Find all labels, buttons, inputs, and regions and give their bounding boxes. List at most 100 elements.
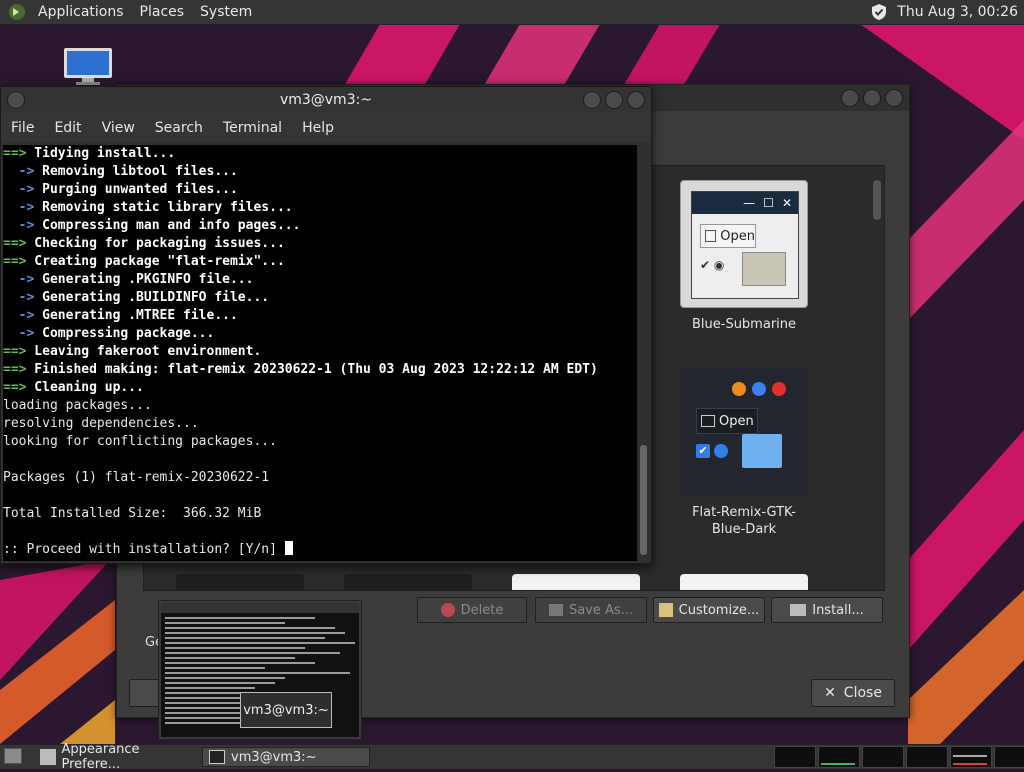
install-button[interactable]: Install... <box>771 597 883 623</box>
minimize-button[interactable] <box>583 91 601 109</box>
close-icon <box>772 382 786 396</box>
clock[interactable]: Thu Aug 3, 00:26 <box>889 4 1024 20</box>
computer-icon[interactable] <box>62 46 114 86</box>
theme-blue-submarine[interactable]: — ☐ ✕ Open ✔ ◉ Blue-Submarine <box>680 180 808 333</box>
terminal-line: -> Compressing man and info pages... <box>3 217 637 235</box>
terminal-line-text: looking for conflicting packages... <box>3 434 277 449</box>
terminal-line-prefix: -> <box>3 164 35 179</box>
theme-list-scrollbar[interactable] <box>870 166 884 590</box>
minimize-button[interactable] <box>841 89 859 107</box>
customize-button[interactable]: Customize... <box>653 597 765 623</box>
terminal-line: -> Generating .PKGINFO file... <box>3 271 637 289</box>
menu-search[interactable]: Search <box>145 120 213 136</box>
terminal-line: -> Removing static library files... <box>3 199 637 217</box>
terminal-line-text: resolving dependencies... <box>3 416 199 431</box>
workspace-3[interactable] <box>862 746 904 768</box>
terminal-line-text: Generating .MTREE file... <box>34 308 238 323</box>
terminal-line-text: Creating package "flat-remix"... <box>26 254 285 269</box>
terminal-line-text: Generating .BUILDINFO file... <box>34 290 270 305</box>
terminal-line: loading packages... <box>3 397 637 415</box>
menu-terminal[interactable]: Terminal <box>213 120 292 136</box>
terminal-line-prefix: -> <box>3 308 35 323</box>
delete-button[interactable]: Delete <box>417 597 527 623</box>
terminal-line-text: Leaving fakeroot environment. <box>26 344 262 359</box>
workspace-6[interactable] <box>994 746 1024 768</box>
close-icon: ✕ <box>781 196 792 210</box>
workspace-4[interactable] <box>906 746 948 768</box>
bottom-panel: Appearance Prefere... vm3@vm3:~ <box>0 742 1024 772</box>
theme-thumbnail-partial[interactable] <box>344 574 472 590</box>
terminal-line: -> Removing libtool files... <box>3 163 637 181</box>
theme-thumbnail-partial[interactable] <box>512 574 640 590</box>
terminal-line-prefix: -> <box>3 182 35 197</box>
terminal-line-prefix: ==> <box>3 254 27 269</box>
folder-icon <box>742 252 786 286</box>
terminal-line: ==> Leaving fakeroot environment. <box>3 343 637 361</box>
folder-icon <box>705 230 717 242</box>
terminal-line-text: Cleaning up... <box>26 380 144 395</box>
task-terminal[interactable]: vm3@vm3:~ <box>202 747 370 767</box>
terminal-line-text: loading packages... <box>3 398 152 413</box>
menu-help[interactable]: Help <box>292 120 344 136</box>
terminal-scrollbar[interactable] <box>637 145 649 561</box>
checkbox-icon: ✔ ◉ <box>700 258 725 272</box>
open-button-label: Open <box>719 413 754 429</box>
terminal-line-text: Purging unwanted files... <box>34 182 238 197</box>
save-as-button[interactable]: Save As... <box>535 597 647 623</box>
menu-file[interactable]: File <box>1 120 44 136</box>
theme-thumbnail-partial[interactable] <box>680 574 808 590</box>
close-button[interactable]: ✕ Close <box>811 679 895 707</box>
terminal-output[interactable]: ==> Tidying install... -> Removing libto… <box>3 145 637 561</box>
terminal-line-text: Tidying install... <box>26 146 176 161</box>
maximize-icon: ☐ <box>763 196 774 210</box>
terminal-line: ==> Cleaning up... <box>3 379 637 397</box>
terminal-title: vm3@vm3:~ <box>279 92 373 108</box>
terminal-line-prefix: -> <box>3 326 35 341</box>
terminal-window: vm3@vm3:~ File Edit View Search Terminal… <box>0 86 652 564</box>
terminal-line-text: Removing static library files... <box>34 200 293 215</box>
terminal-line-prefix: ==> <box>3 146 27 161</box>
menu-applications[interactable]: Applications <box>30 0 132 24</box>
minimize-icon: — <box>743 196 756 210</box>
workspace-2[interactable] <box>818 746 860 768</box>
maximize-button[interactable] <box>605 91 623 109</box>
theme-flat-remix-gtk-blue-dark[interactable]: Open ✔ Flat-Remix-GTK- Blue-Dark <box>680 368 808 538</box>
menu-view[interactable]: View <box>92 120 145 136</box>
theme-name-line2: Blue-Dark <box>711 522 777 537</box>
terminal-line-prefix: -> <box>3 218 35 233</box>
close-window-button[interactable] <box>885 89 903 107</box>
checkbox-icon: ✔ <box>696 444 710 458</box>
terminal-line-text: Compressing package... <box>34 326 215 341</box>
distro-logo-icon[interactable] <box>8 3 26 21</box>
save-icon <box>548 604 563 616</box>
terminal-line-text: Finished making: flat-remix 20230622-1 (… <box>26 362 598 377</box>
close-window-button[interactable] <box>627 91 645 109</box>
task-appearance-preferences[interactable]: Appearance Prefere... <box>34 742 198 772</box>
terminal-line: Packages (1) flat-remix-20230622-1 <box>3 469 637 487</box>
terminal-line: -> Compressing package... <box>3 325 637 343</box>
terminal-line: ==> Tidying install... <box>3 145 637 163</box>
show-desktop-icon[interactable] <box>4 748 22 764</box>
shield-icon[interactable] <box>869 2 889 22</box>
terminal-line: ==> Finished making: flat-remix 20230622… <box>3 361 637 379</box>
terminal-menubar: File Edit View Search Terminal Help <box>1 113 651 143</box>
terminal-line: :: Proceed with installation? [Y/n] <box>3 541 637 559</box>
terminal-line-prefix: ==> <box>3 362 27 377</box>
menu-edit[interactable]: Edit <box>44 120 91 136</box>
workspace-1[interactable] <box>774 746 816 768</box>
terminal-line-prefix: ==> <box>3 380 27 395</box>
folder-icon <box>742 434 782 468</box>
workspace-5[interactable] <box>950 746 992 768</box>
top-panel: Applications Places System Thu Aug 3, 00… <box>0 0 1024 25</box>
terminal-line: Total Installed Size: 366.32 MiB <box>3 505 637 523</box>
maximize-button[interactable] <box>863 89 881 107</box>
terminal-titlebar[interactable]: vm3@vm3:~ <box>1 87 651 113</box>
theme-name-line1: Flat-Remix-GTK- <box>692 505 796 520</box>
theme-thumbnail-partial[interactable] <box>176 574 304 590</box>
terminal-line-text: Compressing man and info pages... <box>34 218 301 233</box>
theme-thumbnail: — ☐ ✕ Open ✔ ◉ <box>680 180 808 308</box>
menu-places[interactable]: Places <box>132 0 193 24</box>
terminal-line-prefix: -> <box>3 290 35 305</box>
menu-system[interactable]: System <box>192 0 260 24</box>
